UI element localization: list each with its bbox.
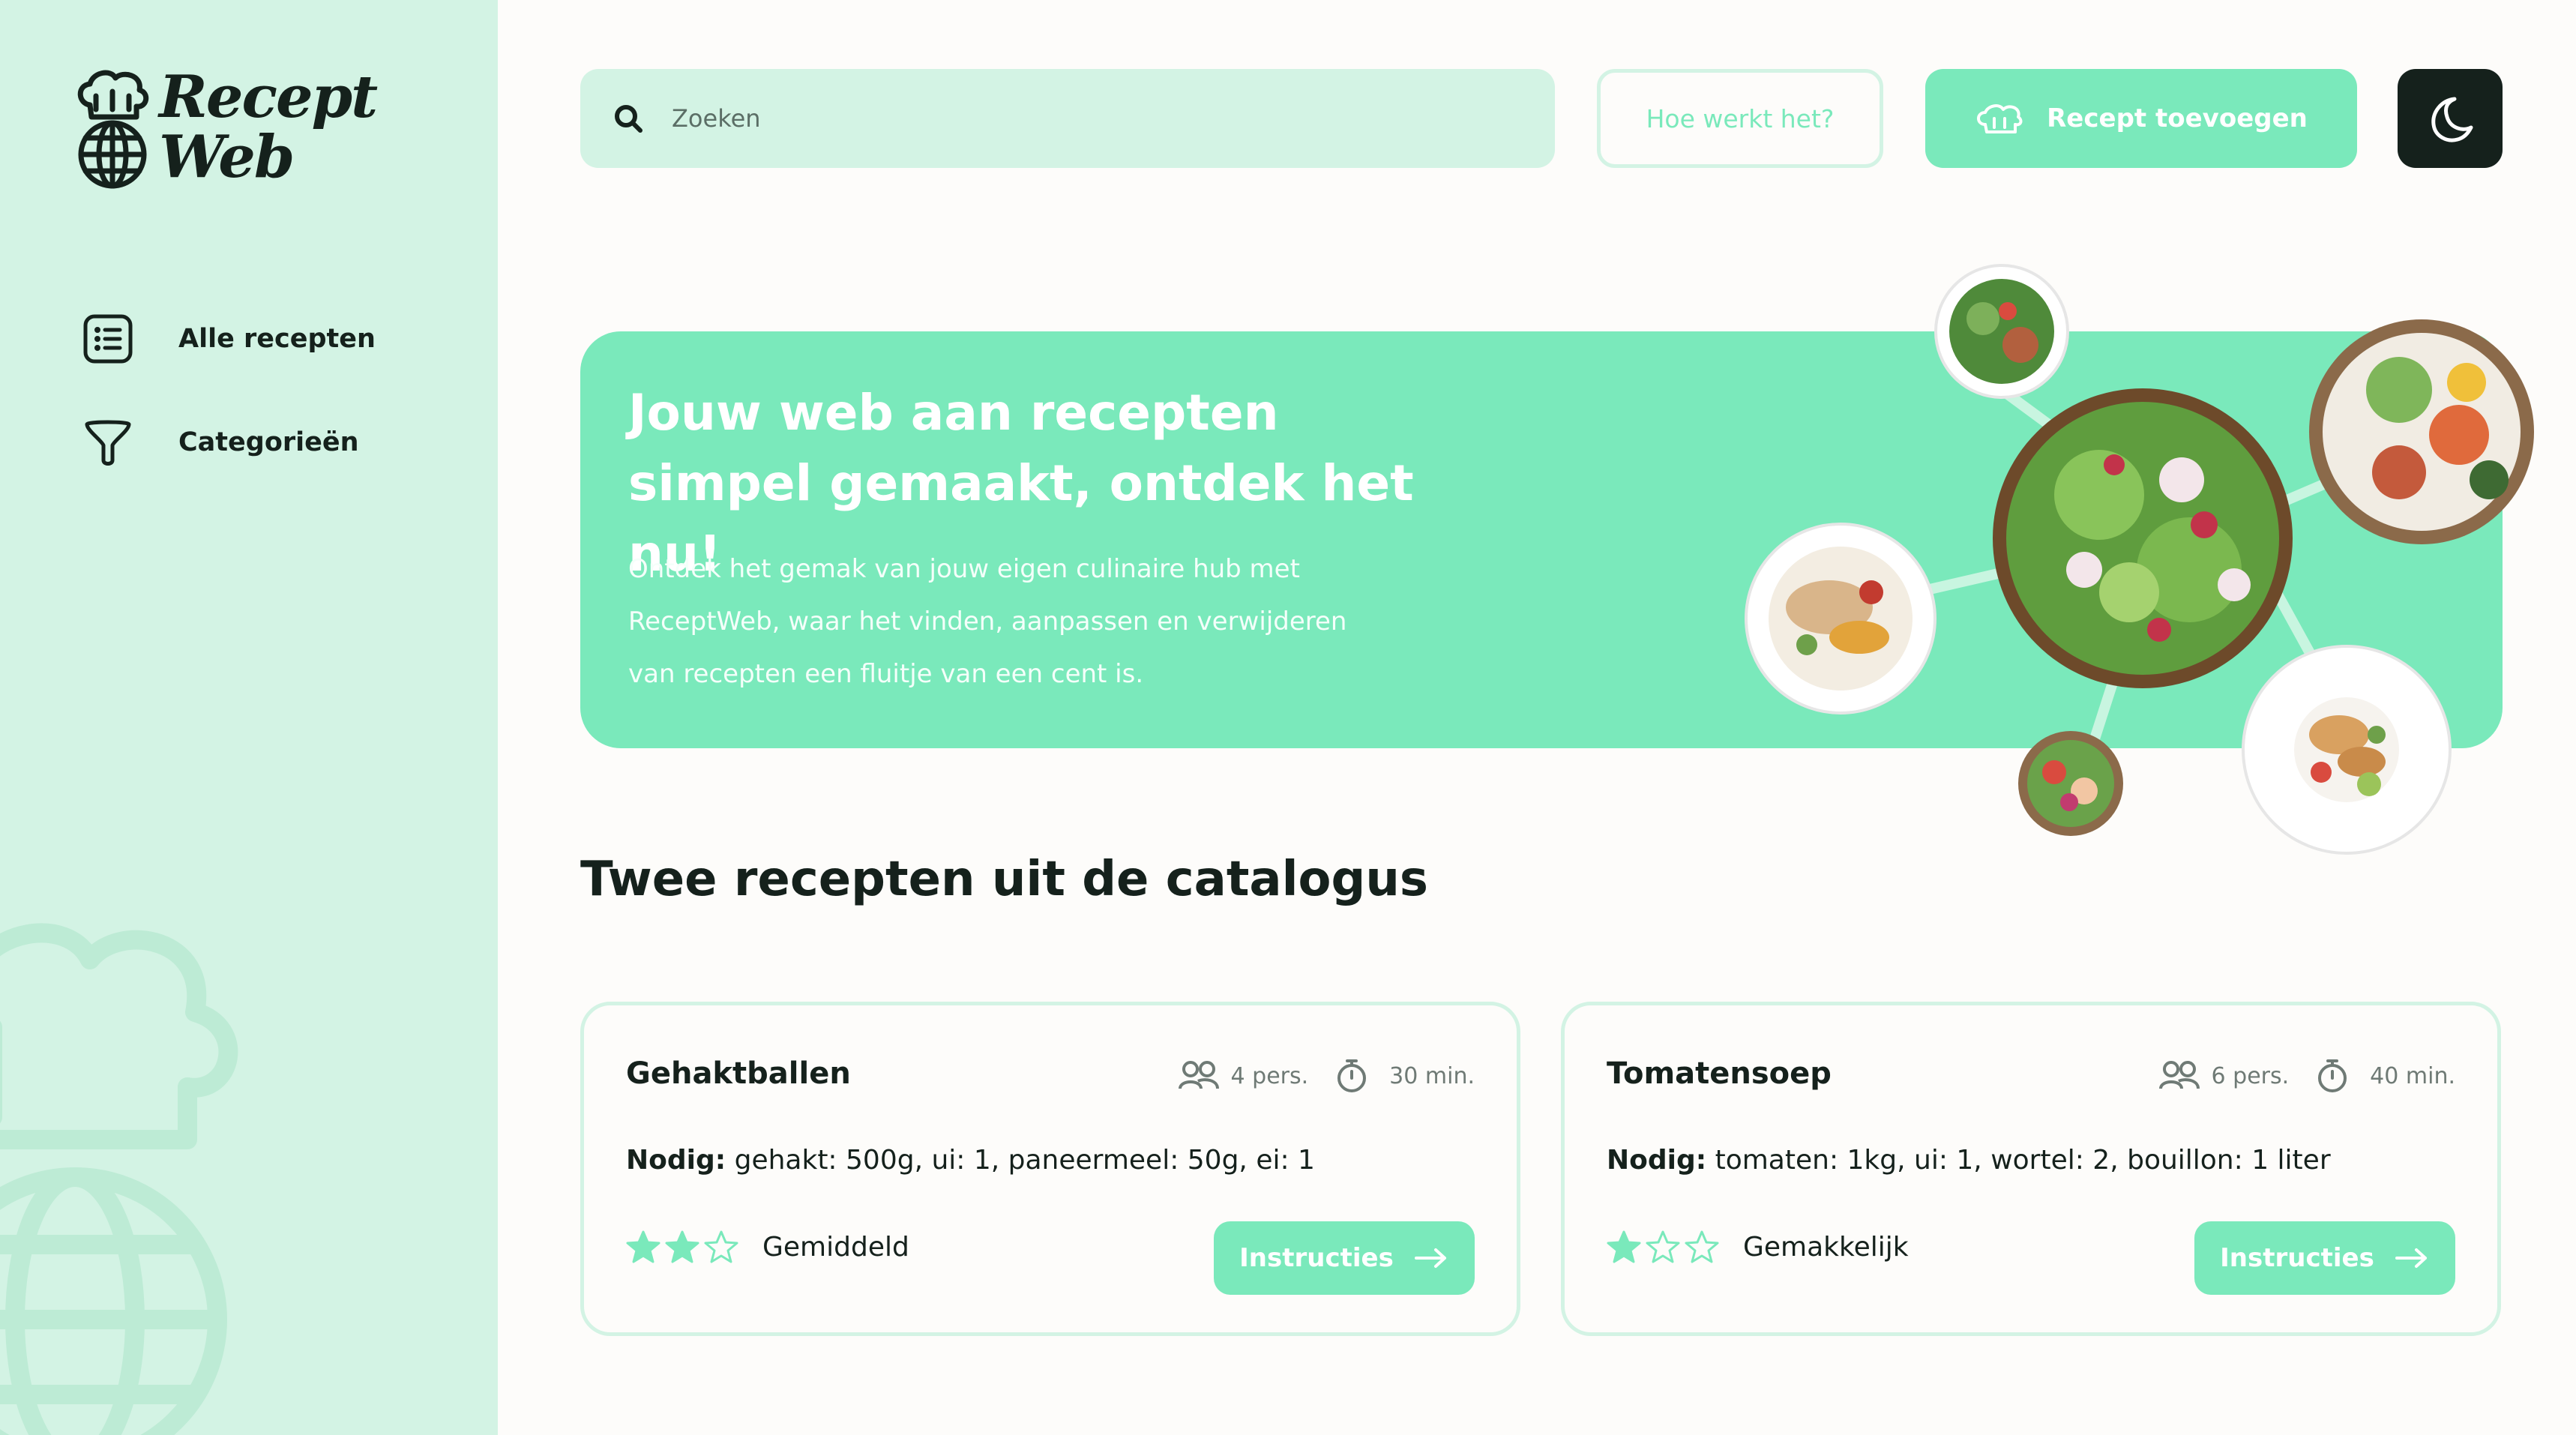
ingredients-list: tomaten: 1kg, ui: 1, wortel: 2, bouillon… [1715,1145,2331,1176]
sidebar: Recept Web Alle recepten Categorieën [0,0,498,1435]
recipe-ingredients: Nodig: gehakt: 500g, ui: 1, paneermeel: … [626,1145,1315,1176]
arrow-right-icon [2395,1248,2427,1268]
app-logo[interactable]: Recept Web [73,66,378,193]
recipe-time: 40 min. [2370,1062,2455,1089]
ingredients-list: gehakt: 500g, ui: 1, paneermeel: 50g, ei… [734,1145,1315,1176]
timer-icon [2318,1059,2347,1092]
recipe-card: Tomatensoep 6 pers. 40 min. Nodig: tomat… [1561,1002,2501,1336]
recipe-persons: 4 pers. [1230,1062,1309,1089]
moon-icon [2431,97,2473,142]
recipe-difficulty: Gemakkelijk [1607,1230,1909,1263]
recipe-name: Gehaktballen [626,1056,851,1091]
instructions-label: Instructies [1239,1243,1394,1273]
recipe-meta: 6 pers. 40 min. [2158,1058,2455,1094]
star-filled-icon [665,1230,699,1263]
chicken-plate [1745,523,1936,715]
persons-icon [1178,1061,1219,1089]
sidebar-item-categorieen[interactable]: Categorieën [81,412,359,472]
chef-hat-icon [1977,104,2023,133]
arrow-right-icon [1414,1248,1446,1268]
recipe-meta: 4 pers. 30 min. [1177,1058,1475,1094]
star-empty-icon [704,1230,738,1263]
sidebar-item-alle-recepten[interactable]: Alle recepten [81,309,376,369]
chef-globe-icon [77,70,149,189]
difficulty-label: Gemiddeld [762,1231,909,1263]
add-recipe-button[interactable]: Recept toevoegen [1925,69,2357,168]
salad-plate-small [1934,264,2069,399]
ingredients-label: Nodig: [1607,1145,1707,1176]
timer-icon [1337,1059,1367,1092]
hero-description: Ontdek het gemak van jouw eigen culinair… [628,554,1347,689]
sidebar-item-label: Alle recepten [178,324,376,354]
star-empty-icon [1646,1230,1680,1263]
list-icon [83,314,133,364]
star-filled-icon [626,1230,660,1263]
section-title: Twee recepten uit de catalogus [580,852,1428,907]
filter-icon [85,420,131,466]
instructions-label: Instructies [2220,1243,2374,1273]
recipe-time: 30 min. [1389,1062,1475,1089]
sidebar-item-label: Categorieën [178,427,359,457]
food-dishes-illustration [1745,264,2534,855]
how-it-works-label: Hoe werkt het? [1646,103,1835,133]
salad-bowl-large [1993,388,2293,688]
star-empty-icon [1685,1230,1719,1263]
how-it-works-button[interactable]: Hoe werkt het? [1597,69,1883,168]
dark-mode-toggle[interactable] [2398,69,2503,168]
recipe-ingredients: Nodig: tomaten: 1kg, ui: 1, wortel: 2, b… [1607,1145,2331,1176]
add-recipe-label: Recept toevoegen [2047,103,2308,133]
instructions-button[interactable]: Instructies [1214,1221,1475,1295]
chicken-salad-plate [2242,645,2452,855]
search-input[interactable] [672,104,1496,133]
search-icon [615,105,643,133]
persons-icon [2158,1061,2200,1089]
search-bar[interactable] [580,69,1555,168]
ingredients-label: Nodig: [626,1145,726,1176]
veggie-bowl-small [2018,731,2123,836]
chef-globe-watermark-icon [0,923,238,1435]
instructions-button[interactable]: Instructies [2194,1221,2455,1295]
app-logo-text: Recept Web [159,63,378,191]
recipe-difficulty: Gemiddeld [626,1230,909,1263]
recipe-persons: 6 pers. [2211,1062,2290,1089]
recipe-name: Tomatensoep [1607,1056,1832,1091]
difficulty-stars [626,1230,743,1263]
difficulty-label: Gemakkelijk [1743,1231,1909,1263]
star-filled-icon [1607,1230,1641,1263]
poke-bowl [2309,319,2534,544]
recipe-card: Gehaktballen 4 pers. 30 min. Nodig: geha… [580,1002,1520,1336]
difficulty-stars [1607,1230,1724,1263]
